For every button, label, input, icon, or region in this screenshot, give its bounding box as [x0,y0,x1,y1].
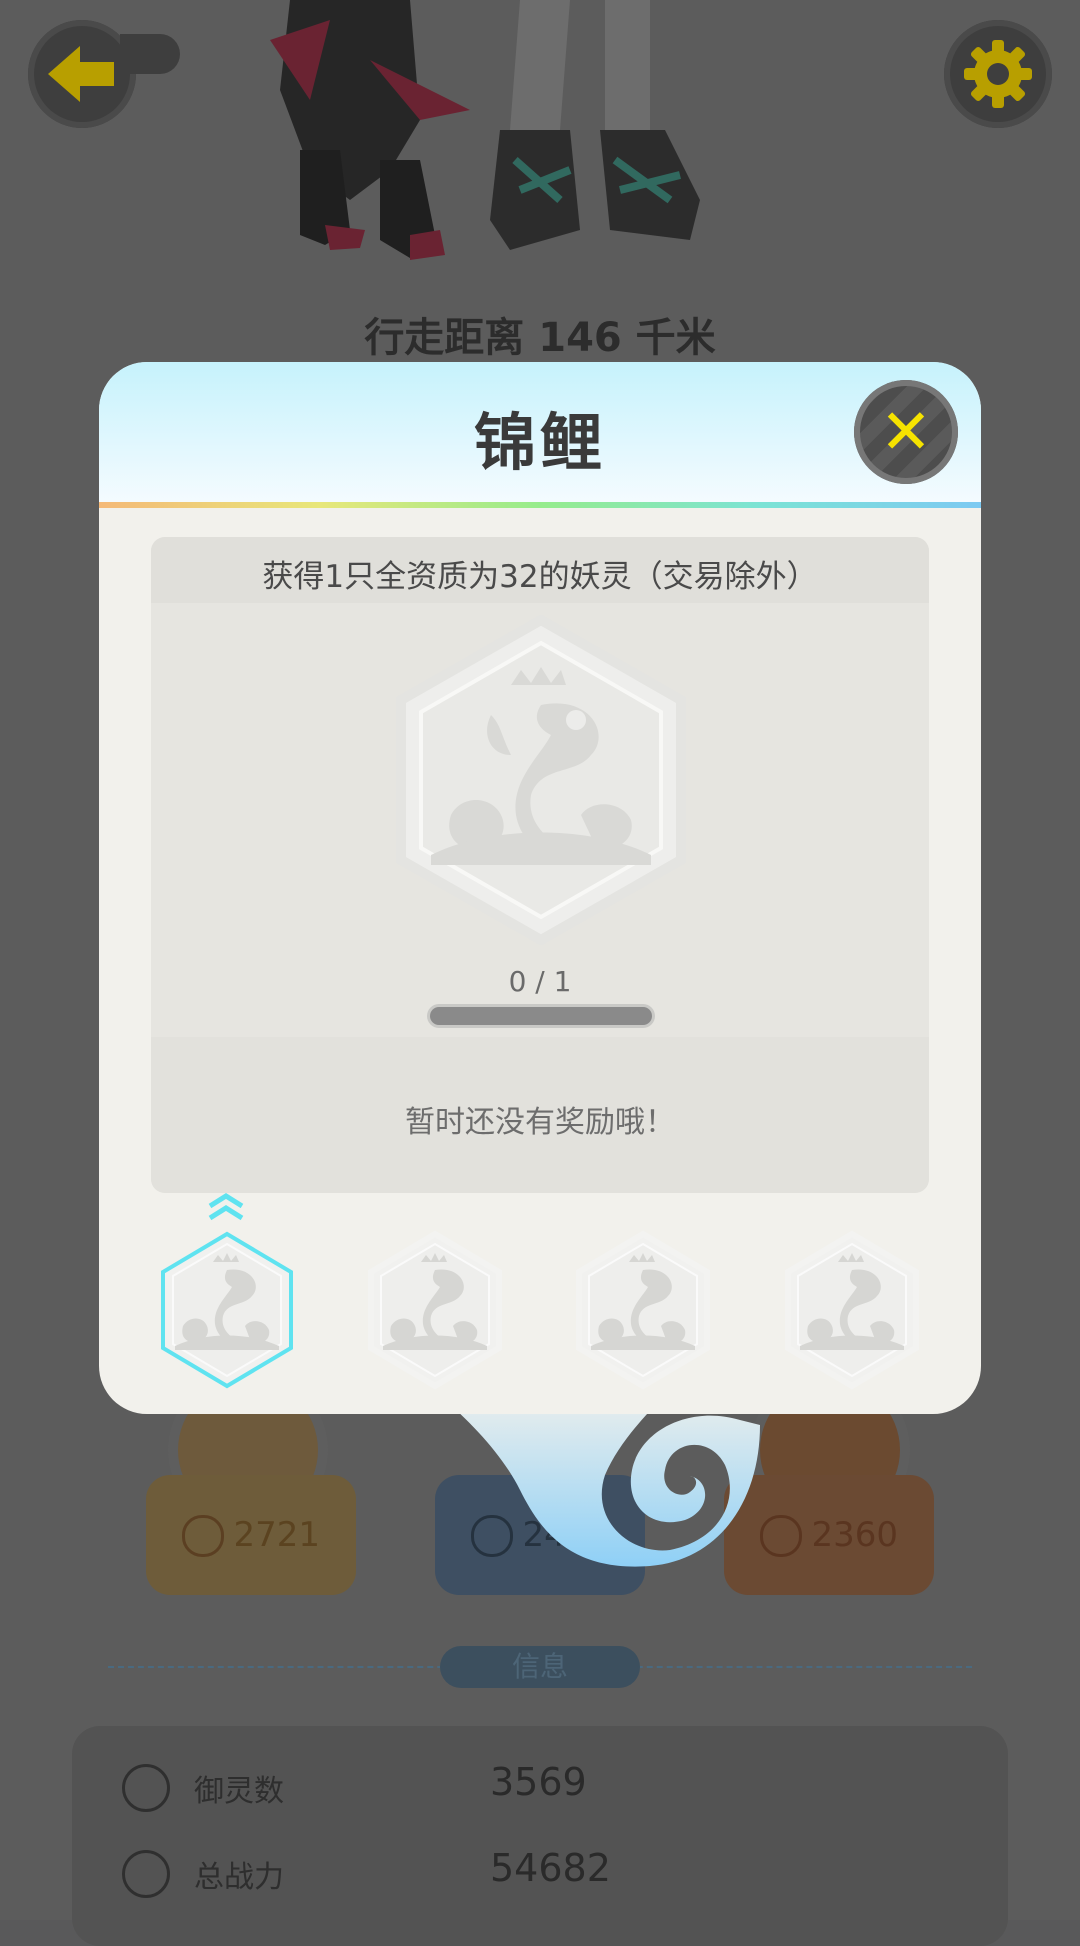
settings-button[interactable] [944,20,1052,128]
tier-tab-3[interactable] [573,1230,713,1390]
stat-row: 总战力 54682 [72,1832,1008,1912]
partner-card[interactable]: 2721 [146,1475,356,1595]
dialog-title: 锦鲤 [473,406,606,479]
progress-label: 0 / 1 [508,965,572,998]
partner-power: 2721 [233,1515,320,1555]
stat-value: 54682 [490,1846,611,1890]
tab-info[interactable]: 信息 [440,1646,640,1688]
koi-fish-icon [396,615,686,945]
stat-label: 御灵数 [194,1774,284,1809]
stat-row: 御灵数 3569 [72,1746,1008,1826]
koi-fish-icon [785,1230,919,1390]
stat-value: 3569 [490,1760,587,1804]
koi-fish-icon [368,1230,502,1390]
back-button-tail [120,34,180,74]
achievement-panel: 获得1只全资质为32的妖灵（交易除外） 0 / 1 暂时还没有奖励哦！ [151,537,929,1193]
stats-panel: 御灵数 3569 总战力 54682 [72,1726,1008,1946]
character-figure [270,0,700,260]
stat-label: 总战力 [194,1860,284,1895]
partner-power: 2360 [811,1515,898,1555]
no-reward-text: 暂时还没有奖励哦！ [405,1105,675,1140]
achievement-description: 获得1只全资质为32的妖灵（交易除外） [262,559,818,595]
close-button[interactable]: ✕ [854,380,958,484]
sword-icon [182,1515,224,1557]
tier-tab-1[interactable] [157,1230,297,1390]
close-x-icon: ✕ [880,395,932,468]
gear-icon [964,40,1032,108]
sword-icon [760,1515,802,1557]
tier-tab-2[interactable] [365,1230,505,1390]
sword-icon [122,1850,170,1898]
tier-tab-4[interactable] [782,1230,922,1390]
koi-achievement-dialog: 锦鲤 ✕ 获得1只全资质为32的妖灵（交易除外） 0 / 1 暂时还没有奖励哦！ [99,362,981,1414]
ghost-icon [122,1764,170,1812]
koi-fish-icon [161,1231,293,1389]
koi-fish-icon [576,1230,710,1390]
walk-distance-text: 行走距离 146 千米 [364,315,716,361]
reward-area: 暂时还没有奖励哦！ [151,1037,929,1193]
header-divider [99,502,981,508]
progress-bar [430,1007,652,1025]
achievement-tier-tabs [99,1200,981,1400]
